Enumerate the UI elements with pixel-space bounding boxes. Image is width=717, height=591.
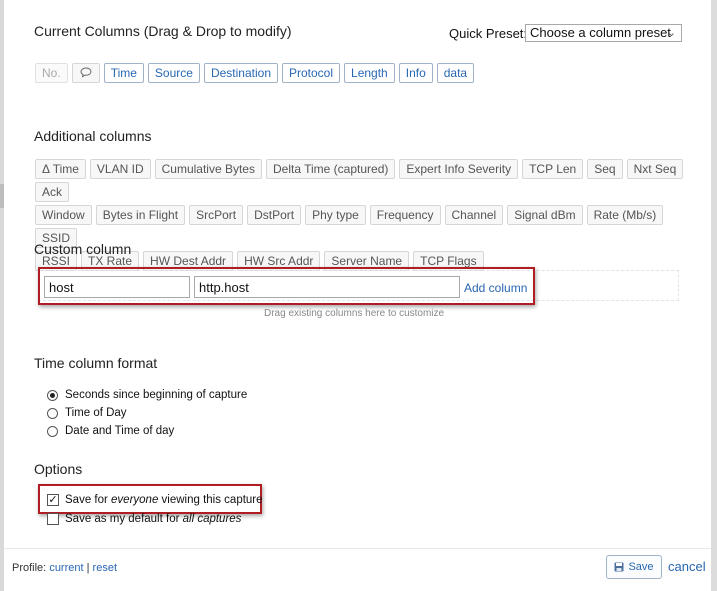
time-format-radio[interactable] bbox=[47, 425, 58, 437]
save-everyone-suffix: viewing this capture bbox=[158, 493, 263, 506]
window-frame-notch bbox=[0, 184, 4, 208]
additional-columns-list: Δ Time VLAN ID Cumulative Bytes Delta Time … bbox=[35, 159, 685, 274]
additional-chip-channel[interactable]: Channel bbox=[444, 205, 504, 225]
save-default-checkbox[interactable] bbox=[47, 512, 59, 525]
column-chip-protocol[interactable]: Protocol bbox=[282, 63, 341, 83]
save-everyone-checkbox[interactable]: ✓ bbox=[47, 493, 59, 506]
additional-chip-signal-dbm[interactable]: Signal dBm bbox=[507, 205, 583, 225]
additional-chip-srcport[interactable]: SrcPort bbox=[189, 205, 244, 225]
column-chip-source[interactable]: Source bbox=[147, 63, 200, 83]
additional-chip-bytes-in-flight[interactable]: Bytes in Flight bbox=[95, 205, 186, 225]
custom-column-title: Custom column bbox=[34, 241, 132, 257]
cancel-link[interactable]: cancel bbox=[668, 559, 706, 574]
time-format-option[interactable]: Seconds since beginning of capture bbox=[47, 386, 247, 404]
save-everyone-label: Save for everyone viewing this capture bbox=[65, 494, 263, 506]
floppy-disk-icon bbox=[614, 562, 624, 572]
additional-chip-time[interactable]: Δ Time bbox=[35, 159, 86, 179]
custom-name-input[interactable] bbox=[44, 276, 190, 298]
chevron-down-icon: ⌄ bbox=[666, 27, 676, 39]
time-format-option[interactable]: Date and Time of day bbox=[47, 422, 247, 440]
checkmark-icon: ✓ bbox=[48, 493, 58, 506]
time-format-label: Seconds since beginning of capture bbox=[65, 389, 248, 401]
current-columns-list: No. Time Source Destination Protocol Length In… bbox=[35, 63, 675, 83]
column-chip-data[interactable]: data bbox=[436, 63, 475, 83]
column-chip-length[interactable]: Length bbox=[344, 63, 395, 83]
current-columns-title: Current Columns (Drag & Drop to modify) bbox=[34, 23, 292, 39]
additional-chip-seq[interactable]: Seq bbox=[587, 159, 623, 179]
profile-reset-link[interactable]: reset bbox=[93, 562, 117, 574]
window-frame-right bbox=[711, 0, 717, 591]
save-button-label: Save bbox=[628, 561, 654, 573]
column-chip-info[interactable]: Info bbox=[398, 63, 433, 83]
save-default-option[interactable]: Save as my default for all captures bbox=[47, 510, 241, 527]
time-format-label: Date and Time of day bbox=[65, 425, 175, 437]
additional-chip-rate-mb-s[interactable]: Rate (Mb/s) bbox=[586, 205, 664, 225]
column-chip-time[interactable]: Time bbox=[103, 63, 144, 83]
additional-row: Δ Time VLAN ID Cumulative Bytes Delta Time … bbox=[35, 159, 685, 202]
additional-chip-delta-time-captured[interactable]: Delta Time (captured) bbox=[265, 159, 396, 179]
window-frame-left bbox=[0, 0, 4, 591]
additional-columns-title: Additional columns bbox=[34, 128, 152, 144]
time-format-radio[interactable] bbox=[47, 407, 58, 419]
comment-icon bbox=[80, 67, 92, 78]
quick-preset-label: Quick Preset: bbox=[449, 26, 528, 41]
save-everyone-em: everyone bbox=[111, 493, 159, 506]
add-column-link[interactable]: Add column bbox=[464, 281, 527, 295]
drag-hint: Drag existing columns here to customize bbox=[264, 308, 445, 319]
quick-preset-value: Choose a column preset bbox=[530, 25, 671, 40]
save-default-em: all captures bbox=[182, 512, 242, 525]
time-format-option[interactable]: Time of Day bbox=[47, 404, 247, 422]
save-everyone-prefix: Save for bbox=[65, 493, 112, 506]
additional-chip-frequency[interactable]: Frequency bbox=[369, 205, 441, 225]
column-chip-no: No. bbox=[35, 63, 68, 83]
profile-current-link[interactable]: current bbox=[49, 562, 83, 574]
additional-chip-nxt-seq[interactable]: Nxt Seq bbox=[626, 159, 684, 179]
quick-preset-select[interactable]: Choose a column preset ⌄ bbox=[525, 24, 682, 42]
column-chip-comment[interactable] bbox=[71, 63, 100, 83]
column-chip-destination[interactable]: Destination bbox=[203, 63, 278, 83]
save-default-label: Save as my default for all captures bbox=[65, 513, 241, 525]
additional-chip-ack[interactable]: Ack bbox=[35, 182, 70, 202]
save-button[interactable]: Save bbox=[606, 555, 662, 579]
save-default-prefix: Save as my default for bbox=[65, 512, 183, 525]
additional-row: Window Bytes in Flight SrcPort DstPort Phy t… bbox=[35, 205, 685, 248]
time-format-radio[interactable] bbox=[47, 389, 58, 401]
additional-chip-cumulative-bytes[interactable]: Cumulative Bytes bbox=[154, 159, 262, 179]
additional-chip-expert-info-severity[interactable]: Expert Info Severity bbox=[399, 159, 519, 179]
additional-chip-phy-type[interactable]: Phy type bbox=[305, 205, 366, 225]
options-title: Options bbox=[34, 461, 83, 477]
additional-chip-dstport[interactable]: DstPort bbox=[247, 205, 302, 225]
profile-line: Profile: current | reset bbox=[12, 562, 117, 574]
time-format-options: Seconds since beginning of capture Time o… bbox=[47, 386, 247, 440]
footer-divider bbox=[4, 548, 711, 549]
save-everyone-option[interactable]: ✓ Save for everyone viewing this capture bbox=[47, 491, 263, 508]
profile-label: Profile: bbox=[12, 562, 47, 574]
time-format-label: Time of Day bbox=[65, 407, 127, 419]
time-format-title: Time column format bbox=[34, 355, 158, 371]
profile-separator: | bbox=[86, 562, 90, 574]
additional-chip-vlan-id[interactable]: VLAN ID bbox=[89, 159, 151, 179]
custom-field-input[interactable] bbox=[194, 276, 460, 298]
additional-chip-tcp-len[interactable]: TCP Len bbox=[522, 159, 584, 179]
additional-chip-window[interactable]: Window bbox=[35, 205, 92, 225]
